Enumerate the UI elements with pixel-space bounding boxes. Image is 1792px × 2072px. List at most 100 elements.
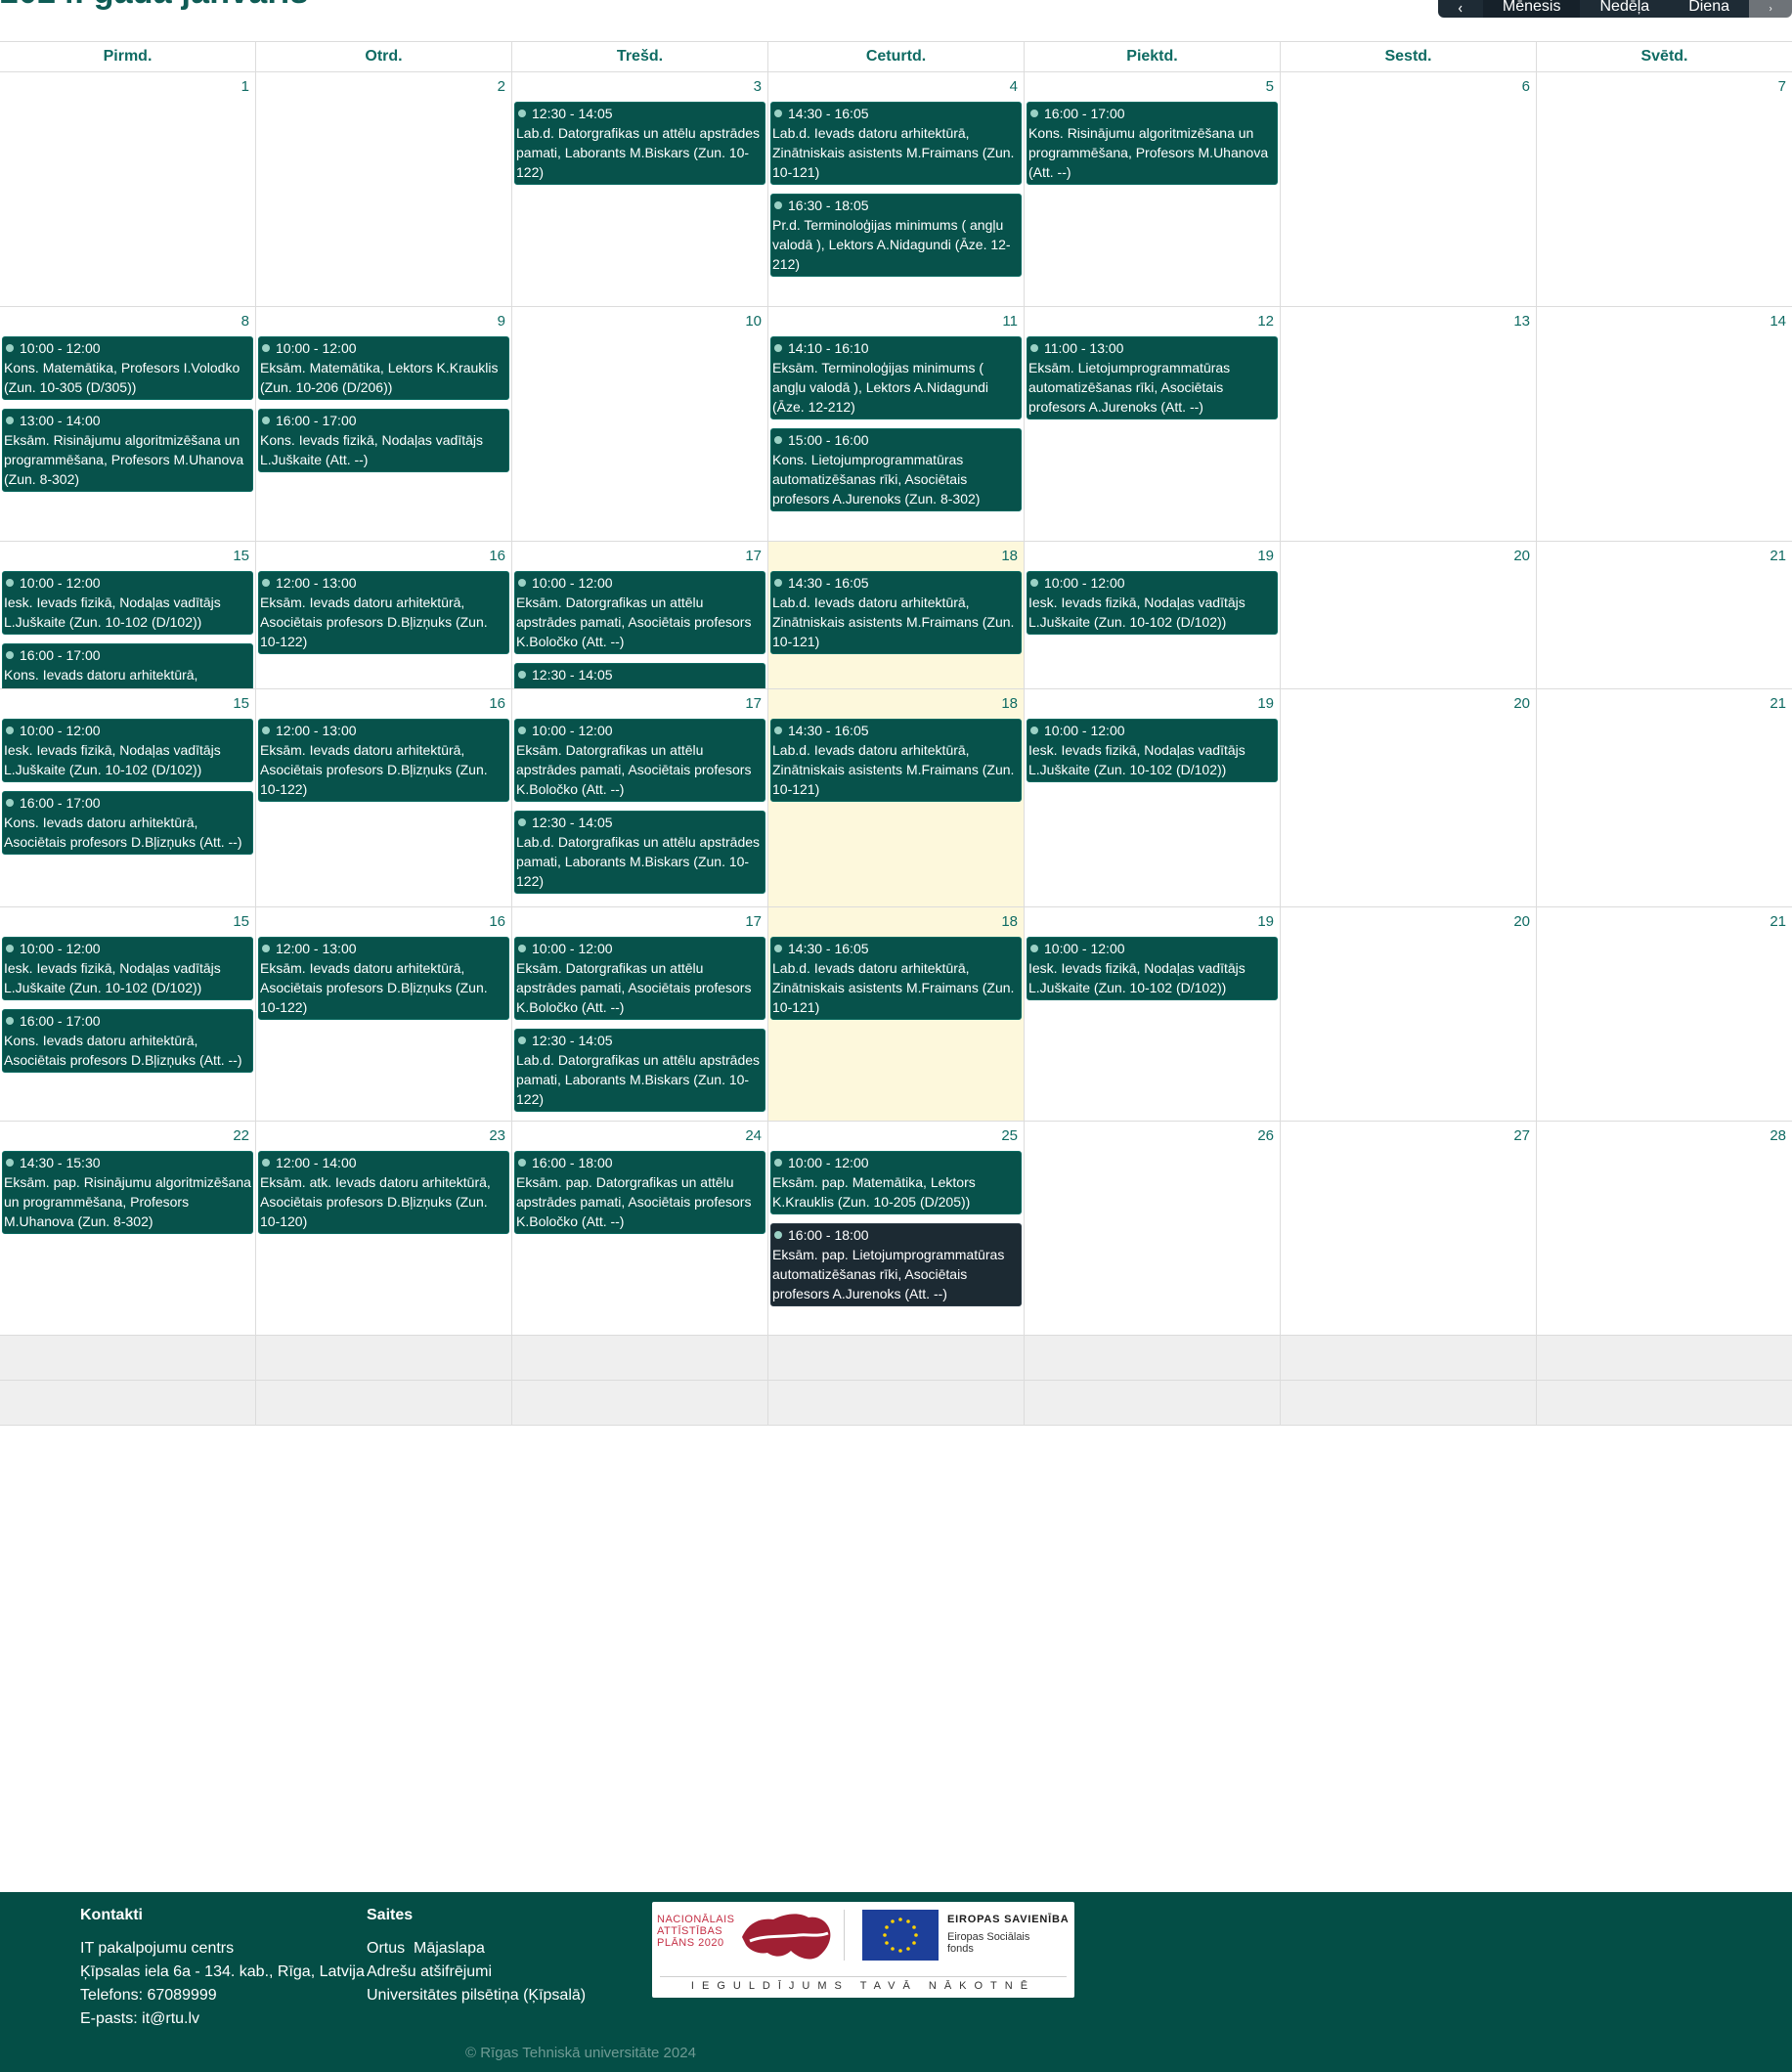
calendar-event[interactable]: 10:00 - 12:00 Iesk. Ievads fizikā, Nodaļa… <box>2 719 253 782</box>
day-number[interactable]: 18 <box>768 907 1024 931</box>
calendar-event[interactable]: 10:00 - 12:00 Eksām. pap. Matemātika, Lek… <box>770 1151 1022 1214</box>
day-cell[interactable]: 17 10:00 - 12:00 Eksām. Datorgrafikas un a… <box>512 689 768 906</box>
day-number[interactable]: 6 <box>1281 72 1536 96</box>
day-cell[interactable]: 21 <box>1537 689 1792 906</box>
day-cell[interactable]: 25 10:00 - 12:00 Eksām. pap. Matemātika, L… <box>768 1122 1025 1335</box>
day-number[interactable]: 24 <box>512 1122 767 1145</box>
day-cell[interactable]: 3 12:30 - 14:05 Lab.d. Datorgrafikas un at… <box>512 72 768 306</box>
day-number[interactable]: 20 <box>1281 689 1536 713</box>
link-campus[interactable]: Universitātes pilsētiņa (Ķīpsalā) <box>367 1987 586 2004</box>
calendar-event[interactable]: 10:00 - 12:00 Eksām. Datorgrafikas un att… <box>514 719 765 802</box>
day-cell[interactable]: 20 <box>1281 907 1537 1121</box>
day-cell[interactable]: 15 10:00 - 12:00 Iesk. Ievads fizikā, Noda… <box>0 542 256 688</box>
calendar-event[interactable]: 10:00 - 12:00 Eksām. Matemātika, Lektors … <box>258 336 509 400</box>
day-number[interactable]: 21 <box>1537 689 1792 713</box>
day-number[interactable]: 20 <box>1281 542 1536 565</box>
day-number[interactable]: 10 <box>512 307 767 331</box>
day-cell[interactable]: 14 <box>1537 307 1792 541</box>
day-number[interactable]: 21 <box>1537 542 1792 565</box>
day-cell[interactable]: 21 <box>1537 542 1792 688</box>
calendar-event[interactable]: 12:30 - 14:05Lab.d. Datorgrafikas un att… <box>514 811 765 894</box>
calendar-event[interactable]: 12:30 - 14:05Lab.d. Datorgrafikas un att… <box>514 1029 765 1112</box>
calendar-event[interactable]: 15:00 - 16:00 Kons. Lietojumprogrammatūra… <box>770 428 1022 511</box>
day-cell[interactable]: 16 12:00 - 13:00 Eksām. Ievads datoru arhi… <box>256 689 512 906</box>
calendar-event[interactable]: 10:00 - 12:00 Eksām. Datorgrafikas un att… <box>514 571 765 654</box>
day-cell[interactable]: 1 <box>0 72 256 306</box>
calendar-event[interactable]: 12:00 - 13:00 Eksām. Ievads datoru arhite… <box>258 719 509 802</box>
day-number[interactable]: 26 <box>1025 1122 1280 1145</box>
calendar-event[interactable]: 16:00 - 17:00 Kons. Ievads datoru arhitek… <box>2 791 253 855</box>
day-number[interactable]: 19 <box>1025 907 1280 931</box>
calendar-event[interactable]: 16:30 - 18:05 Pr.d. Terminoloģijas minimu… <box>770 194 1022 277</box>
day-cell[interactable]: 4 14:30 - 16:05 Lab.d. Ievads datoru arhit… <box>768 72 1025 306</box>
day-cell[interactable]: 20 <box>1281 542 1537 688</box>
day-number[interactable]: 17 <box>512 907 767 931</box>
day-cell[interactable]: 10 <box>512 307 768 541</box>
calendar-event[interactable]: 11:00 - 13:00 Eksām. Lietojumprogrammatūr… <box>1027 336 1278 419</box>
calendar-event[interactable]: 12:30 - 14:05Lab.d. Datorgrafikas un att… <box>514 102 765 185</box>
calendar-event[interactable]: 10:00 - 12:00 Eksām. Datorgrafikas un att… <box>514 937 765 1020</box>
day-cell[interactable]: 11 14:10 - 16:10 Eksām. Terminoloģijas min… <box>768 307 1025 541</box>
calendar-event[interactable]: 12:00 - 13:00 Eksām. Ievads datoru arhite… <box>258 571 509 654</box>
day-cell[interactable]: 20 <box>1281 689 1537 906</box>
calendar-event[interactable]: 14:10 - 16:10 Eksām. Terminoloģijas minim… <box>770 336 1022 419</box>
day-cell[interactable]: 23 12:00 - 14:00 Eksām. atk. Ievads datoru… <box>256 1122 512 1335</box>
calendar-event[interactable]: 16:00 - 18:00 Eksām. pap. Datorgrafikas u… <box>514 1151 765 1234</box>
view-week-button[interactable]: Nedēļa <box>1580 0 1670 18</box>
day-number[interactable]: 4 <box>768 72 1024 96</box>
calendar-event[interactable]: 14:30 - 16:05 Lab.d. Ievads datoru arhite… <box>770 719 1022 802</box>
day-number[interactable]: 27 <box>1281 1122 1536 1145</box>
next-month-button[interactable] <box>1749 0 1792 18</box>
calendar-event[interactable]: 10:00 - 12:00 Iesk. Ievads fizikā, Nodaļa… <box>1027 571 1278 635</box>
day-cell[interactable]: 13 <box>1281 307 1537 541</box>
calendar-event[interactable]: 16:00 - 17:00 Kons. Risinājumu algoritmiz… <box>1027 102 1278 185</box>
view-day-button[interactable]: Diena <box>1669 0 1749 18</box>
day-number[interactable]: 19 <box>1025 689 1280 713</box>
calendar-event[interactable]: 12:00 - 13:00 Eksām. Ievads datoru arhite… <box>258 937 509 1020</box>
day-number[interactable]: 16 <box>256 689 511 713</box>
prev-month-button[interactable] <box>1437 0 1483 18</box>
day-number[interactable]: 22 <box>0 1122 255 1145</box>
day-cell[interactable]: 17 10:00 - 12:00 Eksām. Datorgrafikas un a… <box>512 907 768 1121</box>
day-cell[interactable]: 15 10:00 - 12:00 Iesk. Ievads fizikā, Noda… <box>0 689 256 906</box>
calendar-event[interactable]: 16:00 - 17:00 Kons. Ievads datoru arhitek… <box>2 1009 253 1073</box>
day-number[interactable]: 5 <box>1025 72 1280 96</box>
day-cell[interactable]: 27 <box>1281 1122 1537 1335</box>
day-number[interactable]: 16 <box>256 907 511 931</box>
contact-email[interactable]: E-pasts: it@rtu.lv <box>80 2007 365 2031</box>
day-cell[interactable]: 24 16:00 - 18:00 Eksām. pap. Datorgrafikas… <box>512 1122 768 1335</box>
day-cell[interactable]: 9 10:00 - 12:00 Eksām. Matemātika, Lektors… <box>256 307 512 541</box>
day-number[interactable]: 18 <box>768 542 1024 565</box>
day-number[interactable]: 7 <box>1537 72 1792 96</box>
day-cell[interactable]: 2 <box>256 72 512 306</box>
day-number[interactable]: 15 <box>0 907 255 931</box>
calendar-event[interactable]: 14:30 - 15:30 Eksām. pap. Risinājumu algo… <box>2 1151 253 1234</box>
day-cell-today[interactable]: 18 14:30 - 16:05 Lab.d. Ievads datoru arhi… <box>768 542 1025 688</box>
day-number[interactable]: 2 <box>256 72 511 96</box>
day-number[interactable]: 16 <box>256 542 511 565</box>
day-cell-today[interactable]: 18 14:30 - 16:05 Lab.d. Ievads datoru arhi… <box>768 907 1025 1121</box>
day-number[interactable]: 21 <box>1537 907 1792 931</box>
day-number[interactable]: 1 <box>0 72 255 96</box>
day-cell[interactable]: 17 10:00 - 12:00 Eksām. Datorgrafikas un a… <box>512 542 768 688</box>
day-number[interactable]: 19 <box>1025 542 1280 565</box>
day-number[interactable]: 15 <box>0 689 255 713</box>
calendar-event[interactable]: 16:00 - 18:00 Eksām. pap. Lietojumprogram… <box>770 1223 1022 1306</box>
calendar-event[interactable]: 12:30 - 14:05Lab.d. Datorgrafikas un att… <box>514 663 765 688</box>
calendar-event[interactable]: 10:00 - 12:00 Iesk. Ievads fizikā, Nodaļa… <box>2 571 253 635</box>
calendar-event[interactable]: 16:00 - 17:00 Kons. Ievads fizikā, Nodaļa… <box>258 409 509 472</box>
day-cell[interactable]: 12 11:00 - 13:00 Eksām. Lietojumprogrammat… <box>1025 307 1281 541</box>
day-cell[interactable]: 16 12:00 - 13:00 Eksām. Ievads datoru arhi… <box>256 907 512 1121</box>
link-ortus[interactable]: Ortus <box>367 1940 405 1957</box>
view-month-button[interactable]: Mēnesis <box>1482 0 1581 18</box>
day-cell[interactable]: 26 <box>1025 1122 1281 1335</box>
day-number[interactable]: 13 <box>1281 307 1536 331</box>
day-number[interactable]: 9 <box>256 307 511 331</box>
calendar-event[interactable]: 14:30 - 16:05 Lab.d. Ievads datoru arhite… <box>770 937 1022 1020</box>
day-number[interactable]: 28 <box>1537 1122 1792 1145</box>
day-number[interactable]: 3 <box>512 72 767 96</box>
calendar-event[interactable]: 10:00 - 12:00 Iesk. Ievads fizikā, Nodaļa… <box>2 937 253 1000</box>
calendar-event[interactable]: 14:30 - 16:05 Lab.d. Ievads datoru arhite… <box>770 571 1022 654</box>
calendar-event[interactable]: 14:30 - 16:05 Lab.d. Ievads datoru arhite… <box>770 102 1022 185</box>
day-number[interactable]: 11 <box>768 307 1024 331</box>
